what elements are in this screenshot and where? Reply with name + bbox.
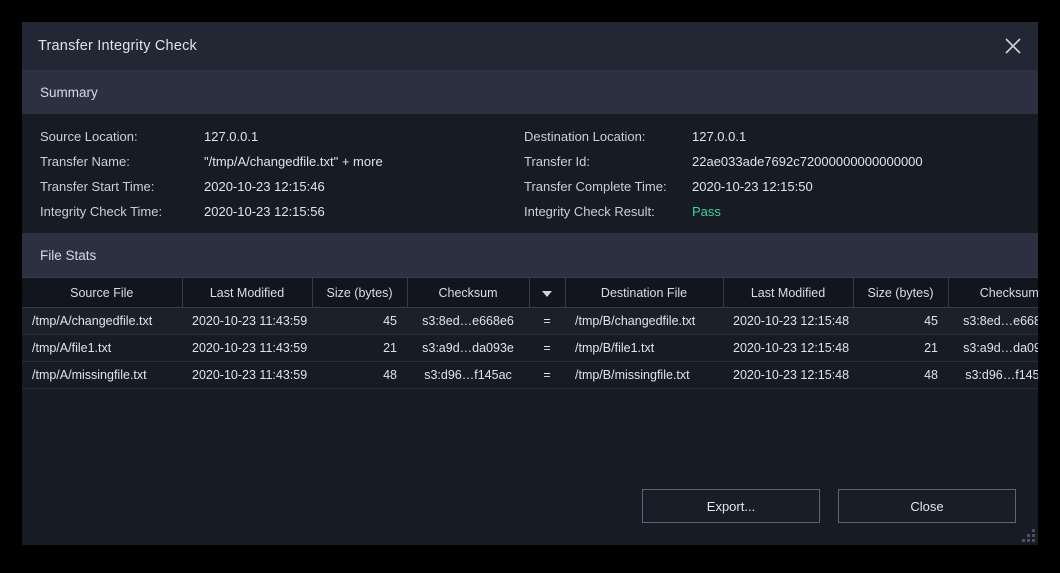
transfer-id-value: 22ae033ade7692c72000000000000000 (692, 154, 923, 169)
cell-compare-result: = (529, 334, 565, 362)
summary-body: Source Location: 127.0.0.1 Transfer Name… (22, 114, 1038, 233)
summary-section-label: Summary (40, 84, 98, 100)
cell-compare-result: = (529, 307, 565, 335)
cell-destination-file: /tmp/B/missingfile.txt (565, 361, 723, 389)
cell-source-last-modified: 2020-10-23 11:43:59 (182, 334, 312, 362)
source-location-label: Source Location: (40, 129, 138, 144)
cell-destination-last-modified: 2020-10-23 12:15:48 (723, 307, 853, 335)
cell-compare-result: = (529, 361, 565, 389)
cell-destination-last-modified: 2020-10-23 12:15:48 (723, 334, 853, 362)
cell-destination-size: 48 (853, 361, 948, 389)
close-icon[interactable] (988, 22, 1038, 70)
cell-source-checksum: s3:a9d…da093e (407, 334, 529, 362)
cell-source-size: 21 (312, 334, 407, 362)
table-row[interactable]: /tmp/A/missingfile.txt 2020-10-23 11:43:… (22, 361, 1038, 389)
transfer-name-value: "/tmp/A/changedfile.txt" + more (204, 154, 383, 169)
transfer-integrity-check-dialog: Transfer Integrity Check Summary Source … (22, 22, 1038, 545)
source-location-value: 127.0.0.1 (204, 129, 259, 144)
cell-destination-last-modified: 2020-10-23 12:15:48 (723, 361, 853, 389)
column-header-destination-last-modified[interactable]: Last Modified (723, 277, 854, 308)
summary-right-column: Destination Location: 127.0.0.1 Transfer… (524, 126, 1038, 223)
transfer-start-time-label: Transfer Start Time: (40, 179, 155, 194)
cell-destination-size: 45 (853, 307, 948, 335)
dialog-titlebar: Transfer Integrity Check (22, 22, 1038, 70)
cell-source-last-modified: 2020-10-23 11:43:59 (182, 307, 312, 335)
summary-left-column: Source Location: 127.0.0.1 Transfer Name… (22, 126, 524, 223)
cell-source-last-modified: 2020-10-23 11:43:59 (182, 361, 312, 389)
file-stats-section-label: File Stats (40, 247, 97, 263)
integrity-check-time-value: 2020-10-23 12:15:56 (204, 204, 325, 219)
table-row[interactable]: /tmp/A/file1.txt 2020-10-23 11:43:59 21 … (22, 334, 1038, 362)
column-header-source-checksum[interactable]: Checksum (407, 277, 530, 308)
integrity-check-time-label: Integrity Check Time: (40, 204, 163, 219)
column-header-destination-file[interactable]: Destination File (565, 277, 724, 308)
dialog-footer: Export... Close (22, 467, 1038, 545)
cell-destination-checksum: s3:d96…f145ac (948, 361, 1038, 389)
file-stats-table-wrapper: Source File Last Modified Size (bytes) C… (22, 277, 1038, 467)
cell-source-size: 45 (312, 307, 407, 335)
transfer-complete-time-value: 2020-10-23 12:15:50 (692, 179, 813, 194)
close-icon-glyph (1005, 38, 1021, 54)
cell-destination-file: /tmp/B/changedfile.txt (565, 307, 723, 335)
transfer-id-label: Transfer Id: (524, 154, 590, 169)
resize-grip-icon[interactable] (1021, 528, 1035, 542)
destination-location-label: Destination Location: (524, 129, 646, 144)
close-button[interactable]: Close (838, 489, 1016, 523)
column-header-source-size[interactable]: Size (bytes) (312, 277, 408, 308)
transfer-name-label: Transfer Name: (40, 154, 130, 169)
cell-destination-checksum: s3:8ed…e668e6 (948, 307, 1038, 335)
export-button[interactable]: Export... (642, 489, 820, 523)
column-header-compare-sort[interactable] (529, 277, 566, 308)
column-header-destination-checksum[interactable]: Checksum (948, 277, 1038, 308)
table-header-row: Source File Last Modified Size (bytes) C… (22, 277, 1038, 308)
integrity-check-result-value: Pass (692, 204, 721, 219)
dialog-title: Transfer Integrity Check (38, 38, 197, 54)
cell-source-file: /tmp/A/file1.txt (22, 334, 182, 362)
file-stats-table-body: /tmp/A/changedfile.txt 2020-10-23 11:43:… (22, 307, 1038, 389)
cell-source-file: /tmp/A/changedfile.txt (22, 307, 182, 335)
file-stats-section-header: File Stats (22, 233, 1038, 277)
transfer-complete-time-label: Transfer Complete Time: (524, 179, 667, 194)
caret-down-icon (542, 290, 552, 297)
cell-source-size: 48 (312, 361, 407, 389)
cell-source-checksum: s3:8ed…e668e6 (407, 307, 529, 335)
column-header-destination-size[interactable]: Size (bytes) (853, 277, 949, 308)
cell-destination-size: 21 (853, 334, 948, 362)
integrity-check-result-label: Integrity Check Result: (524, 204, 655, 219)
cell-source-file: /tmp/A/missingfile.txt (22, 361, 182, 389)
column-header-source-last-modified[interactable]: Last Modified (182, 277, 313, 308)
column-header-source-file[interactable]: Source File (22, 277, 183, 308)
table-row[interactable]: /tmp/A/changedfile.txt 2020-10-23 11:43:… (22, 307, 1038, 335)
cell-destination-checksum: s3:a9d…da093e (948, 334, 1038, 362)
transfer-start-time-value: 2020-10-23 12:15:46 (204, 179, 325, 194)
file-stats-table: Source File Last Modified Size (bytes) C… (22, 277, 1038, 389)
destination-location-value: 127.0.0.1 (692, 129, 747, 144)
summary-section-header: Summary (22, 70, 1038, 114)
cell-destination-file: /tmp/B/file1.txt (565, 334, 723, 362)
cell-source-checksum: s3:d96…f145ac (407, 361, 529, 389)
